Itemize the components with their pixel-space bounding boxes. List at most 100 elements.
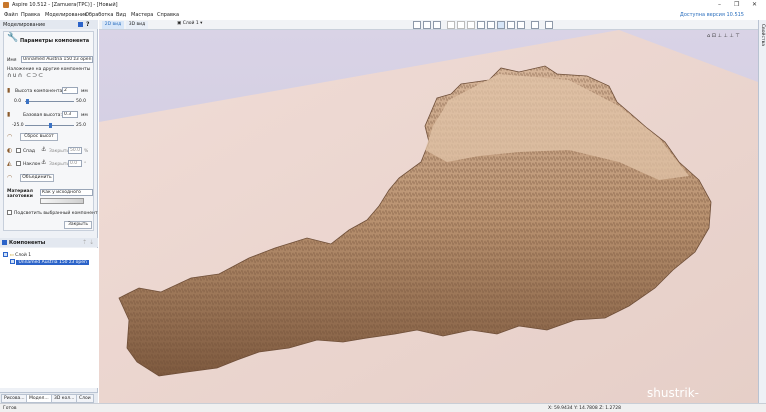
material-label: Материал заготовки <box>7 189 33 199</box>
menu-bar: Файл Правка Моделирование Обработка Вид … <box>0 10 766 20</box>
component-title: Параметры компонента <box>20 38 90 44</box>
base-height-input[interactable]: 0.3 <box>62 111 78 118</box>
node-icon[interactable] <box>457 21 465 29</box>
components-panel-header: Компоненты ⇡ ⇣ <box>0 238 98 247</box>
components-title: Компоненты <box>9 240 46 246</box>
layer-select-value: Слой 1 <box>182 21 199 26</box>
component-visibility-checkbox[interactable] <box>10 259 15 264</box>
split-view-icon[interactable] <box>531 21 539 29</box>
3d-viewport[interactable]: ⌂ ⊡ ⊥ ⊥ ⊥ ⊤ shustrik-maps.com <box>99 30 758 403</box>
grid-icon[interactable] <box>433 21 441 29</box>
tab-drawing[interactable]: Рисова... <box>1 394 28 403</box>
edit-icon[interactable] <box>423 21 431 29</box>
base-height-unit: мм <box>81 113 88 118</box>
move-down-icon[interactable]: ⇣ <box>89 239 94 246</box>
tilt-icon: ◭ <box>7 160 12 167</box>
component-properties-card: 🔧 Параметры компонента Имя Unnamed Austr… <box>3 31 98 231</box>
tilt-label: Наклон <box>23 162 41 167</box>
title-bar: Aspire 10.512 - [Zamuera(TPC)] - [Новый]… <box>0 0 766 10</box>
zoom-box-icon[interactable] <box>413 21 421 29</box>
height-max: 50.0 <box>76 99 87 104</box>
left-panel-header: Моделирование ? <box>0 20 98 29</box>
layer-folder-icon: ▭ <box>9 253 14 258</box>
base-height-max: 25.0 <box>76 123 87 128</box>
layer-visibility-checkbox[interactable] <box>3 252 8 257</box>
highlight-checkbox[interactable] <box>7 210 12 215</box>
height-slider-thumb[interactable] <box>26 99 29 104</box>
status-bar: Готов X: 59.9434 Y: 14.7808 Z: 1.2728 <box>0 403 766 412</box>
maximize-button[interactable]: ❐ <box>734 1 739 8</box>
height-slider-track[interactable] <box>25 101 74 102</box>
base-height-label: Базовая высота: <box>23 113 62 118</box>
material-color-swatch[interactable] <box>40 198 84 204</box>
left-panel-title: Моделирование <box>3 22 46 28</box>
move-up-icon[interactable]: ⇡ <box>82 239 87 246</box>
base-height-min: -25.0 <box>12 123 24 128</box>
render-icon[interactable] <box>517 21 525 29</box>
cursor-coordinates: X: 59.9434 Y: 14.7808 Z: 1.2728 <box>548 406 621 411</box>
menu-help[interactable]: Справка <box>157 12 179 18</box>
tab-3d-view[interactable]: 3D вид <box>126 21 148 29</box>
fade-close-label: Закрыть <box>49 149 70 154</box>
tilt-input[interactable]: 0.0 <box>68 160 82 167</box>
combine-icon: ◠ <box>7 174 13 181</box>
shading-icon[interactable] <box>497 21 505 29</box>
snap-icon[interactable] <box>447 21 455 29</box>
tilt-close-label: Закрыть <box>49 162 70 167</box>
tilt-anchor-icon[interactable]: ⚓ <box>41 160 46 166</box>
properties-tab[interactable]: Свойства <box>760 24 765 46</box>
fade-anchor-icon[interactable]: ⚓ <box>41 147 46 153</box>
fade-input[interactable]: 50.0 <box>68 147 82 154</box>
tab-modeling[interactable]: Модел... <box>26 394 52 403</box>
combine-button[interactable]: Объединить <box>20 174 54 182</box>
menu-wizards[interactable]: Мастера <box>131 12 153 18</box>
menu-view[interactable]: Вид <box>116 12 126 18</box>
menu-file[interactable]: Файл <box>4 12 18 18</box>
component-name[interactable]: Unnamed Austria 150 z3 open <box>16 260 89 265</box>
components-icon <box>2 240 7 245</box>
base-height-slider-thumb[interactable] <box>49 123 52 128</box>
transform-icon[interactable] <box>467 21 475 29</box>
left-bottom-tabs: Рисова... Модел... 3D кол... Слои <box>0 392 98 403</box>
base-height-icon: ▮ <box>7 111 11 118</box>
layer-select[interactable]: ▣ Слой 1 ▾ <box>177 21 202 26</box>
height-min: 0.0 <box>14 99 22 104</box>
toolpath-icon[interactable] <box>487 21 495 29</box>
pin-icon[interactable] <box>78 22 83 27</box>
tab-3d-toolpaths[interactable]: 3D кол... <box>51 394 78 403</box>
tab-layers[interactable]: Слои <box>76 394 94 403</box>
fade-checkbox[interactable] <box>16 148 21 153</box>
material-select[interactable]: Как у исходного <box>40 189 93 196</box>
close-button[interactable]: ✕ <box>752 1 757 8</box>
tree-layer-row[interactable]: ▭ Слой 1 <box>3 252 31 258</box>
layer-name[interactable]: Слой 1 <box>15 253 31 258</box>
minimize-button[interactable]: – <box>718 1 721 8</box>
menu-toolpaths[interactable]: Обработка <box>85 12 113 18</box>
fade-label: Спад <box>23 149 35 154</box>
name-input[interactable]: Unnamed Austria 150 z3 open <box>21 56 93 63</box>
reset-height-icon: ◠ <box>7 133 13 140</box>
menu-modeling[interactable]: Моделирование <box>45 12 87 18</box>
tab-2d-view[interactable]: 2D вид <box>102 21 124 29</box>
view-controls[interactable]: ⌂ ⊡ ⊥ ⊥ ⊥ ⊤ <box>707 33 740 39</box>
components-tree: ▭ Слой 1 Unnamed Austria 150 z3 open <box>0 248 98 388</box>
height-input[interactable]: 2 <box>62 87 78 94</box>
material-icon[interactable] <box>507 21 515 29</box>
align-icon[interactable] <box>477 21 485 29</box>
highlight-label: Подсветить выбранный компонент <box>14 211 98 216</box>
watermark: shustrik-maps.com <box>647 386 709 403</box>
window-title: Aspire 10.512 - [Zamuera(TPC)] - [Новый] <box>12 2 118 8</box>
menu-edit[interactable]: Правка <box>21 12 40 18</box>
app-icon <box>3 2 9 8</box>
tilt-unit: ° <box>84 162 87 167</box>
tilt-checkbox[interactable] <box>16 161 21 166</box>
layout-icon[interactable] <box>545 21 553 29</box>
name-label: Имя <box>7 58 17 63</box>
help-icon[interactable]: ? <box>86 21 89 28</box>
close-component-button[interactable]: Закрыть <box>64 221 92 229</box>
reset-height-button[interactable]: Сброс высот <box>20 133 58 141</box>
combine-mode-icons[interactable]: ∩∪∩ ⊂⊃⊂ <box>7 73 44 79</box>
fade-unit: % <box>84 149 89 154</box>
update-link[interactable]: Доступна версия 10.515 <box>680 12 744 18</box>
tree-component-row[interactable]: Unnamed Austria 150 z3 open <box>10 259 89 265</box>
